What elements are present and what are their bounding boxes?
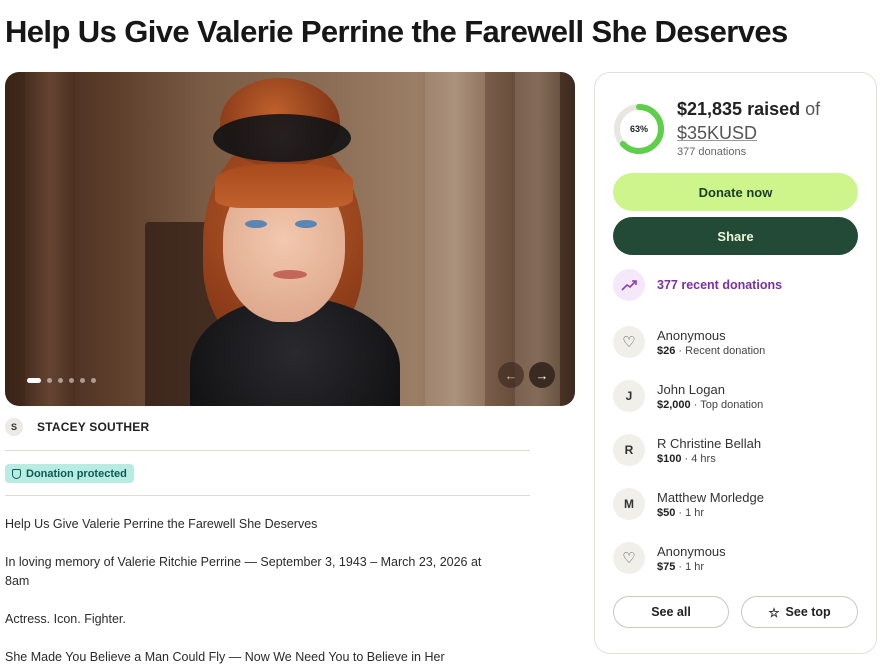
donation-sidebar: 63% $21,835 raised of $35KUSD 377 donati… (594, 72, 877, 654)
heart-hand-icon: ♡ (613, 326, 645, 358)
donor-info: Anonymous $75 · 1 hr (657, 544, 726, 573)
donate-now-button[interactable]: Donate now (613, 173, 858, 211)
donor-avatar: R (613, 434, 645, 466)
badge-label: Donation protected (26, 467, 127, 480)
see-top-label: See top (785, 605, 831, 619)
donor-amount: $100 (657, 452, 682, 465)
carousel-next-button[interactable]: → (529, 362, 555, 388)
donor-row: ♡ Anonymous $26 · Recent donation (613, 326, 765, 358)
story-paragraph: Actress. Icon. Fighter. (5, 612, 126, 626)
raised-of: of (800, 99, 821, 119)
organizer-name[interactable]: STACEY SOUTHER (37, 420, 149, 434)
background-pillar (515, 72, 560, 406)
goal-amount[interactable]: $35KUSD (677, 123, 757, 144)
carousel-dots[interactable] (27, 378, 96, 383)
donor-note: · 1 hr (675, 560, 705, 573)
donor-note: · 4 hrs (681, 452, 716, 465)
background-pillar (25, 72, 75, 406)
donor-avatar: M (613, 488, 645, 520)
donor-note: · Top donation (690, 398, 764, 411)
portrait-eye (295, 220, 317, 228)
divider (5, 495, 530, 496)
portrait-fringe (215, 164, 353, 208)
portrait-lips (273, 270, 307, 279)
carousel-dot[interactable] (69, 378, 74, 383)
donor-meta: $75 · 1 hr (657, 561, 726, 573)
donor-name: Matthew Morledge (657, 489, 764, 505)
donor-info: Anonymous $26 · Recent donation (657, 328, 765, 357)
donor-amount: $26 (657, 344, 676, 357)
carousel-prev-button[interactable]: ← (498, 362, 524, 388)
recent-donations-link[interactable]: 377 recent donations (613, 269, 782, 301)
amount-raised: $21,835 raised of (677, 99, 820, 120)
carousel-dot[interactable] (27, 378, 41, 383)
share-button[interactable]: Share (613, 217, 858, 255)
carousel-dot[interactable] (80, 378, 85, 383)
see-all-label: See all (651, 605, 691, 619)
progress-percent: 63% (629, 124, 648, 134)
organizer[interactable]: S STACEY SOUTHER (5, 418, 149, 436)
story-paragraph: In loving memory of Valerie Ritchie Perr… (5, 555, 482, 588)
donor-row: ♡ Anonymous $75 · 1 hr (613, 542, 726, 574)
donor-info: Matthew Morledge $50 · 1 hr (657, 490, 764, 519)
star-icon: ☆ (768, 605, 780, 620)
organizer-avatar: S (5, 418, 23, 436)
story-paragraph: She Made You Believe a Man Could Fly — N… (5, 650, 445, 664)
see-all-button[interactable]: See all (613, 596, 729, 628)
portrait-veil (213, 114, 351, 162)
donor-meta: $2,000 · Top donation (657, 399, 763, 411)
donor-row: RR Christine Bellah $100 · 4 hrs (613, 434, 761, 466)
donor-name: R Christine Bellah (657, 435, 762, 451)
portrait-eye (245, 220, 267, 228)
donor-name: Anonymous (657, 543, 726, 559)
donation-protected-badge[interactable]: Donation protected (5, 464, 134, 483)
heart-hand-icon: ♡ (613, 542, 645, 574)
donor-avatar: J (613, 380, 645, 412)
donor-name: John Logan (657, 381, 725, 397)
donations-count: 377 donations (677, 146, 747, 158)
carousel-dot[interactable] (58, 378, 63, 383)
donor-row: M Matthew Morledge $50 · 1 hr (613, 488, 764, 520)
arrow-right-icon: → (535, 367, 549, 383)
recent-donations-label: 377 recent donations (657, 278, 783, 292)
raised-value: $21,835 raised (677, 99, 801, 119)
trending-up-icon (613, 269, 645, 301)
see-top-button[interactable]: ☆ See top (741, 596, 858, 628)
carousel-dot[interactable] (91, 378, 96, 383)
donor-info: John Logan $2,000 · Top donation (657, 382, 763, 411)
donor-meta: $50 · 1 hr (657, 507, 764, 519)
donor-meta: $26 · Recent donation (657, 345, 765, 357)
donor-note: · 1 hr (675, 506, 705, 519)
carousel-dot[interactable] (47, 378, 52, 383)
donor-info: R Christine Bellah $100 · 4 hrs (657, 436, 761, 465)
donor-amount: $2,000 (657, 398, 691, 411)
shield-icon (12, 468, 21, 479)
donor-note: · Recent donation (675, 344, 766, 357)
donor-amount: $50 (657, 506, 676, 519)
donor-row: J John Logan $2,000 · Top donation (613, 380, 763, 412)
donor-meta: $100 · 4 hrs (657, 453, 761, 465)
story-paragraph: Help Us Give Valerie Perrine the Farewel… (5, 517, 318, 531)
arrow-left-icon: ← (504, 367, 518, 383)
donor-name: Anonymous (657, 327, 726, 343)
divider (5, 450, 530, 451)
donor-amount: $75 (657, 560, 676, 573)
page-title: Help Us Give Valerie Perrine the Farewel… (5, 14, 788, 49)
hero-image[interactable]: ← → (5, 72, 575, 406)
background-pillar (425, 72, 485, 406)
